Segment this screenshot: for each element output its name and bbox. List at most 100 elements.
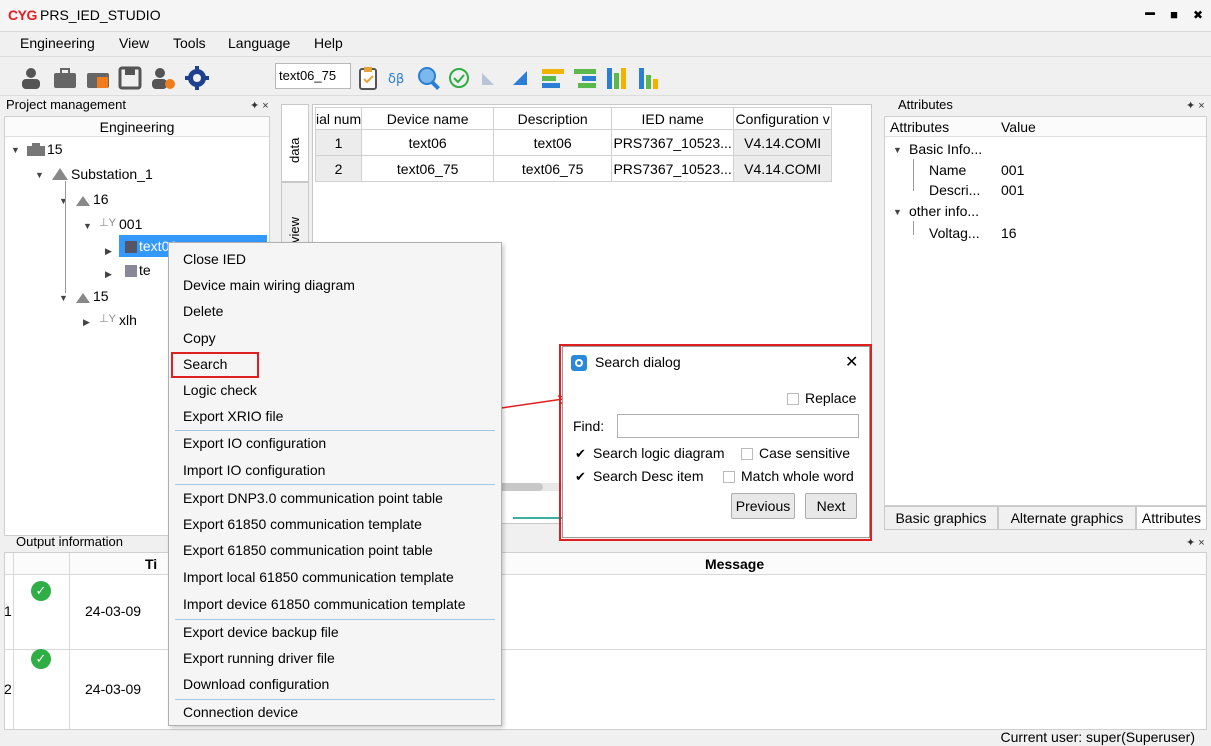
tab-basic-graphics[interactable]: Basic graphics — [884, 506, 998, 530]
column-chart-icon[interactable] — [636, 65, 662, 91]
maximize-button[interactable]: ■ — [1164, 5, 1184, 25]
pin-icon[interactable]: ✦ × — [1186, 536, 1205, 549]
align-right-icon[interactable] — [572, 65, 598, 91]
cell[interactable]: PRS7367_10523... — [611, 155, 735, 182]
next-button[interactable]: Next — [805, 493, 857, 519]
row-time: 24-03-09 — [85, 603, 142, 619]
menu-close-ied[interactable]: Close IED — [183, 251, 246, 267]
collapse-arrow-icon[interactable]: ▶ — [105, 246, 112, 257]
cell[interactable]: 1 — [314, 129, 363, 156]
check-circle-icon[interactable] — [446, 65, 472, 91]
cell[interactable]: text06_75 — [493, 155, 613, 182]
group-other-info[interactable]: other info... — [909, 203, 979, 219]
expand-arrow-icon[interactable]: ▼ — [11, 145, 20, 155]
pin-icon[interactable]: ✦ × — [1186, 99, 1205, 112]
cell[interactable]: V4.14.COMI — [733, 129, 833, 156]
arrow-back-icon[interactable] — [477, 65, 503, 91]
expand-arrow-icon[interactable]: ▼ — [35, 170, 44, 180]
tree-node-voltage-15[interactable]: 15 — [93, 288, 109, 304]
tab-data[interactable]: data — [281, 104, 309, 182]
menu-view[interactable]: View — [119, 35, 149, 51]
menu-export-61850-points[interactable]: Export 61850 communication point table — [183, 542, 433, 558]
tree-node-voltage-16[interactable]: 16 — [93, 191, 109, 207]
col-device-name[interactable]: Device name — [361, 107, 495, 130]
menu-help[interactable]: Help — [314, 35, 343, 51]
tab-alternate-graphics[interactable]: Alternate graphics — [998, 506, 1136, 530]
cell[interactable]: text06 — [361, 129, 495, 156]
cell[interactable]: text06_75 — [361, 155, 495, 182]
cell[interactable]: PRS7367_10523... — [611, 129, 735, 156]
attr-name-value[interactable]: 001 — [1001, 162, 1024, 178]
close-button[interactable]: ✖ — [1188, 5, 1208, 25]
menu-delete[interactable]: Delete — [183, 303, 223, 319]
tree-node-project[interactable]: 15 — [47, 141, 63, 157]
menu-connection-device[interactable]: Connection device — [183, 704, 298, 720]
menu-engineering[interactable]: Engineering — [20, 35, 95, 51]
save-icon[interactable] — [117, 65, 143, 91]
attr-desc-value[interactable]: 001 — [1001, 182, 1024, 198]
expand-arrow-icon[interactable]: ▼ — [59, 196, 68, 206]
tree-node-te[interactable]: te — [139, 262, 151, 278]
menu-search[interactable]: Search — [183, 356, 227, 372]
collapse-arrow-icon[interactable]: ▶ — [105, 269, 112, 280]
arrow-forward-icon[interactable] — [508, 65, 534, 91]
tree-node-substation[interactable]: Substation_1 — [71, 166, 153, 182]
table-row[interactable]: 1 text06 text06 PRS7367_10523... V4.14.C… — [314, 129, 833, 156]
device-selector[interactable]: text06_75 — [275, 63, 351, 89]
col-description[interactable]: Description — [493, 107, 613, 130]
menu-import-io[interactable]: Import IO configuration — [183, 462, 325, 478]
case-sensitive-label: Case sensitive — [759, 445, 851, 461]
expand-arrow-icon[interactable]: ▼ — [59, 293, 68, 303]
find-input[interactable] — [617, 414, 859, 438]
align-left-icon[interactable] — [540, 65, 566, 91]
col-ied-name[interactable]: IED name — [611, 107, 735, 130]
previous-button[interactable]: Previous — [731, 493, 795, 519]
menu-language[interactable]: Language — [228, 35, 290, 51]
match-whole-word-checkbox[interactable] — [723, 471, 735, 483]
attr-voltage-value[interactable]: 16 — [1001, 225, 1017, 241]
col-config[interactable]: Configuration v — [733, 107, 833, 130]
menu-export-dnp3[interactable]: Export DNP3.0 communication point table — [183, 490, 443, 506]
search-icon[interactable] — [416, 65, 442, 91]
menu-tools[interactable]: Tools — [173, 35, 206, 51]
menu-export-driver[interactable]: Export running driver file — [183, 650, 335, 666]
menu-export-io[interactable]: Export IO configuration — [183, 435, 326, 451]
col-serial[interactable]: ial num — [314, 107, 363, 130]
expand-arrow-icon[interactable]: ▼ — [83, 221, 92, 231]
user-settings-icon[interactable] — [150, 65, 176, 91]
balance-icon[interactable]: δβ — [385, 65, 411, 91]
cell[interactable]: V4.14.COMI — [733, 155, 833, 182]
menu-export-backup[interactable]: Export device backup file — [183, 624, 339, 640]
tree-node-bay-001[interactable]: 001 — [119, 216, 142, 232]
clipboard-icon[interactable] — [355, 65, 381, 91]
search-desc-checkbox[interactable]: ✔ — [575, 470, 587, 483]
menu-export-xrio[interactable]: Export XRIO file — [183, 408, 283, 424]
menu-export-61850-template[interactable]: Export 61850 communication template — [183, 516, 422, 532]
collapse-arrow-icon[interactable]: ▶ — [83, 317, 90, 328]
menu-import-device-61850[interactable]: Import device 61850 communication templa… — [183, 596, 465, 612]
pin-icon[interactable]: ✦ × — [250, 99, 269, 112]
menu-copy[interactable]: Copy — [183, 330, 216, 346]
case-sensitive-checkbox[interactable] — [741, 448, 753, 460]
replace-checkbox[interactable] — [787, 393, 799, 405]
menu-device-wiring[interactable]: Device main wiring diagram — [183, 277, 355, 293]
bar-chart-icon[interactable] — [604, 65, 630, 91]
tree-node-xlh[interactable]: xlh — [119, 312, 137, 328]
expand-arrow-icon[interactable]: ▼ — [893, 145, 902, 155]
gear-icon[interactable] — [184, 65, 210, 91]
search-logic-checkbox[interactable]: ✔ — [575, 447, 587, 460]
group-basic-info[interactable]: Basic Info... — [909, 141, 982, 157]
user-icon[interactable] — [18, 65, 44, 91]
tab-attributes[interactable]: Attributes — [1136, 506, 1207, 530]
cell[interactable]: text06 — [493, 129, 613, 156]
cell[interactable]: 2 — [314, 155, 363, 182]
minimize-button[interactable]: ━ — [1140, 5, 1160, 25]
briefcase-icon[interactable] — [52, 65, 78, 91]
menu-download-config[interactable]: Download configuration — [183, 676, 329, 692]
menu-logic-check[interactable]: Logic check — [183, 382, 257, 398]
dialog-close-button[interactable]: ✕ — [845, 352, 858, 372]
toolbox-icon[interactable] — [85, 65, 111, 91]
table-row[interactable]: 2 text06_75 text06_75 PRS7367_10523... V… — [314, 155, 833, 182]
expand-arrow-icon[interactable]: ▼ — [893, 207, 902, 217]
menu-import-local-61850[interactable]: Import local 61850 communication templat… — [183, 569, 454, 585]
